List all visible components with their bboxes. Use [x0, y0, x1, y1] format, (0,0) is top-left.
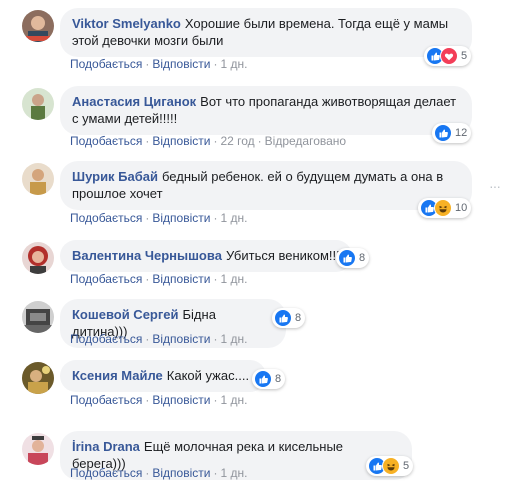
avatar[interactable]	[22, 362, 54, 394]
like-link[interactable]: Подобається	[70, 272, 142, 286]
comment-author[interactable]: İrina Drana	[72, 439, 140, 454]
comment-actions: Подобається · Відповісти · 1 дн.	[70, 57, 248, 71]
comment-author[interactable]: Шурик Бабай	[72, 169, 158, 184]
reaction-count: 5	[403, 460, 410, 472]
like-icon	[338, 249, 356, 267]
reaction-summary[interactable]: 12	[432, 123, 472, 143]
timestamp[interactable]: 1 дн.	[220, 57, 247, 71]
like-icon	[434, 124, 452, 142]
timestamp[interactable]: 1 дн.	[220, 466, 247, 480]
reaction-summary[interactable]: 5	[424, 46, 472, 66]
avatar[interactable]	[22, 301, 54, 333]
timestamp[interactable]: 1 дн.	[220, 332, 247, 346]
reaction-count: 8	[359, 252, 366, 264]
reaction-count: 5	[461, 50, 468, 62]
comment-author[interactable]: Ксения Майле	[72, 368, 163, 383]
comment-actions: Подобається · Відповісти · 22 год · Відредагов…	[70, 134, 347, 148]
comment-actions: Подобається · Відповісти · 1 дн.	[70, 466, 248, 480]
comment-author[interactable]: Анастасия Циганок	[72, 94, 196, 109]
reply-link[interactable]: Відповісти	[152, 466, 210, 480]
reaction-summary[interactable]: 10	[418, 198, 472, 218]
reply-link[interactable]: Відповісти	[152, 393, 210, 407]
more-options-icon[interactable]: ···	[489, 178, 501, 194]
comment-author[interactable]: Валентина Чернышова	[72, 248, 222, 263]
comment-author[interactable]: Viktor Smelyanko	[72, 16, 181, 31]
like-link[interactable]: Подобається	[70, 393, 142, 407]
avatar[interactable]	[22, 433, 54, 465]
reaction-summary[interactable]: 5	[366, 456, 414, 476]
like-link[interactable]: Подобається	[70, 57, 142, 71]
reaction-count: 8	[295, 312, 302, 324]
timestamp[interactable]: 22 год	[220, 134, 254, 148]
comment-actions: Подобається · Відповісти · 1 дн.	[70, 393, 248, 407]
reply-link[interactable]: Відповісти	[152, 134, 210, 148]
haha-icon	[382, 457, 400, 475]
comment-author[interactable]: Кошевой Сергей	[72, 307, 179, 322]
timestamp[interactable]: 1 дн.	[220, 211, 247, 225]
comment-actions: Подобається · Відповісти · 1 дн.	[70, 332, 248, 346]
comment-text: Какой ужас....	[166, 368, 250, 383]
like-link[interactable]: Подобається	[70, 332, 142, 346]
reply-link[interactable]: Відповісти	[152, 57, 210, 71]
timestamp[interactable]: 1 дн.	[220, 393, 247, 407]
timestamp[interactable]: 1 дн.	[220, 272, 247, 286]
reply-link[interactable]: Відповісти	[152, 211, 210, 225]
reaction-summary[interactable]: 8	[272, 308, 306, 328]
reaction-summary[interactable]: 8	[336, 248, 370, 268]
comment-text: Убиться веником!!!	[225, 248, 340, 263]
reaction-count: 10	[455, 202, 468, 214]
love-icon	[440, 47, 458, 65]
edited-label[interactable]: Відредаговано	[265, 134, 346, 148]
avatar[interactable]	[22, 242, 54, 274]
like-link[interactable]: Подобається	[70, 211, 142, 225]
comment-bubble: Анастасия Циганок Вот что пропаганда живо…	[60, 86, 472, 135]
comment-bubble: Шурик Бабай бедный ребенок. ей о будущем …	[60, 161, 472, 210]
comment-bubble: Viktor Smelyanko Хорошие были времена. То…	[60, 8, 472, 57]
avatar[interactable]	[22, 88, 54, 120]
comment-bubble: Валентина Чернышова Убиться веником!!!	[60, 240, 352, 272]
comment-actions: Подобається · Відповісти · 1 дн.	[70, 272, 248, 286]
reply-link[interactable]: Відповісти	[152, 332, 210, 346]
reaction-count: 8	[275, 373, 282, 385]
haha-icon	[434, 199, 452, 217]
like-link[interactable]: Подобається	[70, 134, 142, 148]
reaction-summary[interactable]: 8	[252, 369, 286, 389]
comment-bubble: Ксения Майле Какой ужас....	[60, 360, 266, 392]
reaction-count: 12	[455, 127, 468, 139]
reply-link[interactable]: Відповісти	[152, 272, 210, 286]
avatar[interactable]	[22, 163, 54, 195]
like-icon	[274, 309, 292, 327]
like-link[interactable]: Подобається	[70, 466, 142, 480]
comment-actions: Подобається · Відповісти · 1 дн.	[70, 211, 248, 225]
avatar[interactable]	[22, 10, 54, 42]
like-icon	[254, 370, 272, 388]
